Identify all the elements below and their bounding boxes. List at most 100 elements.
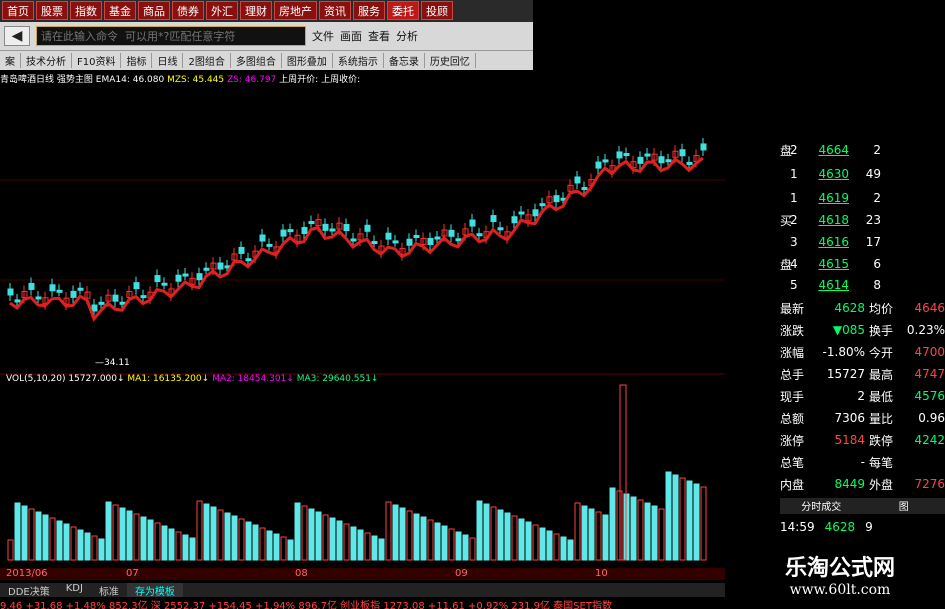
volume-bar	[28, 508, 35, 561]
tool-item[interactable]: 图形叠加	[282, 53, 333, 68]
menu-analysis[interactable]: 分析	[396, 28, 418, 44]
order-side: 买	[780, 213, 793, 228]
tool-item[interactable]: 历史回忆	[425, 53, 476, 68]
order-price[interactable]: 4618	[804, 213, 849, 227]
order-row: 1 4630 49	[780, 164, 945, 184]
kline-chart[interactable]: —34.11	[0, 80, 725, 580]
volume-bar	[476, 500, 483, 561]
volume-bar	[518, 518, 525, 561]
back-button[interactable]: ◀	[4, 26, 30, 46]
nav-3[interactable]: 基金	[104, 1, 136, 20]
volume-bar	[231, 515, 238, 561]
nav-5[interactable]: 债券	[172, 1, 204, 20]
nav-9[interactable]: 资讯	[319, 1, 351, 20]
order-price[interactable]: 4616	[804, 235, 849, 249]
candle	[637, 156, 644, 164]
tool-item[interactable]: 备忘录	[384, 53, 425, 68]
order-price[interactable]: 4664	[804, 143, 849, 157]
volume-bar	[14, 502, 21, 561]
nav-4[interactable]: 商品	[138, 1, 170, 20]
tool-item[interactable]: 日线	[152, 53, 184, 68]
tool-item[interactable]: 多图组合	[231, 53, 282, 68]
volume-bar	[315, 511, 322, 561]
volume-bar	[294, 502, 301, 561]
candle	[49, 284, 56, 292]
tab-dde[interactable]: DDE决策	[0, 583, 58, 598]
volume-bar	[35, 511, 42, 561]
candle	[14, 299, 21, 303]
volume-bar	[399, 507, 406, 561]
date-label: 2013/06	[6, 568, 48, 579]
nav-12[interactable]: 投顾	[421, 1, 453, 20]
order-row: 5 4614 8	[780, 275, 945, 295]
volume-bar	[672, 474, 679, 561]
volume-bar	[273, 533, 280, 561]
nav-8[interactable]: 房地产	[274, 1, 317, 20]
candle	[238, 246, 245, 254]
nav-2[interactable]: 指数	[70, 1, 102, 20]
tool-item[interactable]: F10资料	[72, 53, 122, 68]
command-input[interactable]	[36, 26, 306, 46]
tool-item[interactable]: 技术分析	[21, 53, 72, 68]
candle	[119, 301, 126, 305]
candle	[161, 282, 168, 286]
volume-bar	[420, 516, 427, 561]
stat-label: 涨跌	[780, 323, 805, 338]
candle	[476, 233, 483, 237]
menu-view-screen[interactable]: 画面	[340, 28, 362, 44]
index-ticker: 9.46 +31.68 +1.48% 852.3亿 深 2552.37 +154…	[0, 601, 612, 609]
stat-label: 总额	[780, 411, 805, 426]
order-level: 2	[790, 143, 798, 157]
nav-11[interactable]: 委托	[387, 1, 419, 20]
volume-bar	[154, 522, 161, 561]
tool-item[interactable]: 系统指示	[333, 53, 384, 68]
volume-bar	[602, 514, 609, 561]
nav-0[interactable]: 首页	[2, 1, 34, 20]
volume-bar	[371, 535, 378, 561]
tab-kdj[interactable]: KDJ	[58, 583, 91, 597]
date-label: 07	[126, 568, 139, 579]
order-price[interactable]: 4630	[804, 167, 849, 181]
stat-row: 总手 15727 最高 4747	[780, 364, 945, 384]
volume-bar	[700, 486, 707, 561]
volume-bar	[637, 499, 644, 561]
order-vol: 49	[865, 167, 881, 181]
tool-item[interactable]: 指标	[121, 53, 153, 68]
order-price[interactable]: 4614	[804, 278, 849, 292]
order-row: 盘 4 4615 6	[780, 254, 945, 274]
stat-label: 均价	[869, 301, 894, 316]
date-label: 08	[295, 568, 308, 579]
candle	[203, 267, 210, 271]
tab-save-template[interactable]: 存为模板	[126, 583, 183, 598]
volume-bar	[406, 510, 413, 561]
volume-bar	[21, 505, 28, 561]
nav-6[interactable]: 外汇	[206, 1, 238, 20]
order-vol: 6	[873, 257, 881, 271]
volume-bar	[462, 534, 469, 561]
menu-view[interactable]: 查看	[368, 28, 390, 44]
volume-bar	[539, 527, 546, 561]
volume-header: VOL(5,10,20) 15727.000↓ MA1: 16135.200↓ …	[6, 374, 378, 384]
menu-file[interactable]: 文件	[312, 28, 334, 44]
tab-standard[interactable]: 标准	[91, 583, 127, 598]
trade-title[interactable]: 分时成交	[780, 498, 863, 514]
candle	[511, 216, 518, 224]
stat-label: 最高	[869, 367, 894, 382]
volume-bar	[105, 501, 112, 561]
trade-title-chart[interactable]: 图	[863, 498, 945, 514]
nav-1[interactable]: 股票	[36, 1, 68, 20]
ma3-value: MA3: 29640.551↓	[296, 374, 379, 384]
tool-item[interactable]: 案	[0, 53, 21, 68]
volume-bar	[259, 527, 266, 561]
volume-bar	[511, 515, 518, 561]
order-price[interactable]: 4615	[804, 257, 849, 271]
volume-bar	[280, 536, 287, 561]
order-level: 4	[790, 257, 798, 271]
candle	[581, 187, 588, 191]
candle	[532, 209, 539, 217]
volume-bar	[378, 538, 385, 561]
order-price[interactable]: 4619	[804, 191, 849, 205]
nav-10[interactable]: 服务	[353, 1, 385, 20]
tool-item[interactable]: 2图组合	[183, 53, 231, 68]
nav-7[interactable]: 理财	[240, 1, 272, 20]
